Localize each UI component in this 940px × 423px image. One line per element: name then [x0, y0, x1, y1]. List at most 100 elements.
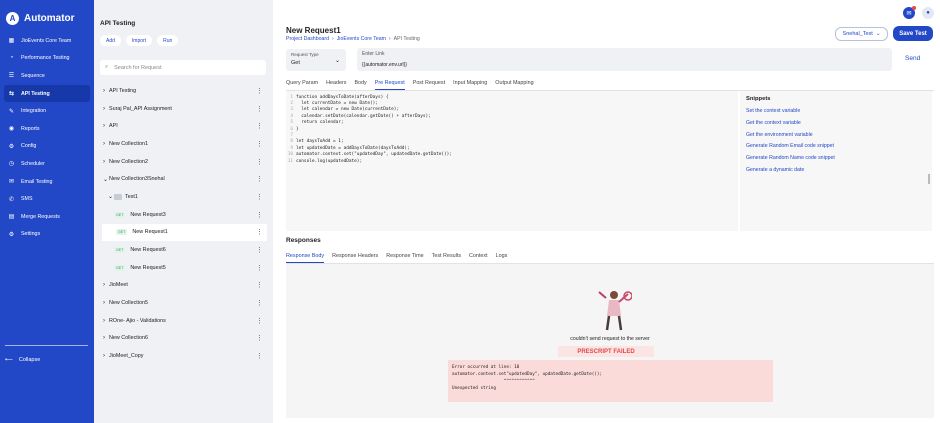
snippet-link[interactable]: Set the context variable [746, 108, 926, 120]
request-item[interactable]: GET New Request3 ⋮ [100, 206, 267, 224]
collection-item[interactable]: › API ⋮ [100, 117, 267, 135]
tab-body[interactable]: Body [354, 80, 366, 90]
collection-item[interactable]: › New Collection5 ⋮ [100, 294, 267, 312]
more-options-icon[interactable]: ⋮ [256, 334, 263, 342]
more-options-icon[interactable]: ⋮ [256, 352, 263, 360]
tab-test-results[interactable]: Test Results [432, 253, 461, 263]
sidebar-item-sequence[interactable]: ☰ Sequence [4, 67, 90, 85]
settings-icon: ⚙ [8, 231, 15, 238]
add-button[interactable]: Add [100, 35, 121, 46]
tree-node-label: New Collection6 [109, 335, 148, 342]
collection-item[interactable]: › New Collection1 ⋮ [100, 135, 267, 153]
more-options-icon[interactable]: ⋮ [256, 317, 263, 325]
more-options-icon[interactable]: ⋮ [256, 175, 263, 183]
more-options-icon[interactable]: ⋮ [256, 87, 263, 95]
snippet-link[interactable]: Generate Random Email code snippet [746, 143, 926, 155]
more-options-icon[interactable]: ⋮ [256, 281, 263, 289]
code-editor[interactable]: 1 function addDaysToDate(afterDays) {2 le… [286, 91, 738, 231]
environment-dropdown[interactable]: Snehal_Test ⌄ [835, 27, 888, 41]
tree-node-label: New Collection5 [109, 300, 148, 307]
sidebar-item-sms[interactable]: ✆ SMS [4, 190, 90, 208]
error-line: Error occurred at line: 10 [452, 365, 520, 370]
tab-headers[interactable]: Headers [326, 80, 346, 90]
sidebar-item-email-testing[interactable]: ✉ Email Testing [4, 173, 90, 191]
error-box: Error occurred at line: 10 automator.cont… [448, 360, 773, 402]
breadcrumb-current: API Testing [393, 36, 420, 42]
more-options-icon[interactable]: ⋮ [256, 105, 263, 113]
tab-query-param[interactable]: Query Param [286, 80, 318, 90]
line-number: 2 [290, 101, 293, 107]
sidebar-item-label: Scheduler [21, 160, 45, 167]
arrow-left-icon: ⟵ [5, 357, 13, 363]
sidebar-item-scheduler[interactable]: ◷ Scheduler [4, 155, 90, 173]
brand[interactable]: A Automator [6, 12, 75, 25]
line-number: 8 [290, 139, 293, 145]
error-line: ^^^^^^^^^^^^ [452, 379, 535, 384]
sidebar-item-settings[interactable]: ⚙ Settings [4, 226, 90, 244]
more-options-icon[interactable]: ⋮ [256, 122, 263, 130]
tab-logs[interactable]: Logs [496, 253, 508, 263]
code-line: 11 console.log(updatedDate); [286, 158, 738, 164]
send-button[interactable]: Send [905, 55, 920, 62]
link-label: Enter Link [362, 51, 385, 57]
tab-pre-request[interactable]: Pre Request [374, 80, 405, 90]
more-options-icon[interactable]: ⋮ [256, 264, 263, 272]
sidebar-item-integration[interactable]: ✎ Integration [4, 102, 90, 120]
tab-response-time[interactable]: Response Time [386, 253, 423, 263]
more-options-icon[interactable]: ⋮ [256, 140, 263, 148]
tree-node-label: Suraj Pal_API Assignment [109, 105, 172, 112]
report-icon: ◉ [8, 126, 15, 133]
collection-item[interactable]: › JioMeet ⋮ [100, 277, 267, 295]
more-options-icon[interactable]: ⋮ [256, 299, 263, 307]
breadcrumb-item[interactable]: Project Dashboard [286, 36, 329, 42]
collection-item[interactable]: ⌄ New Collection3Snehal ⋮ [100, 170, 267, 188]
run-button[interactable]: Run [157, 35, 179, 46]
sms-icon: ✆ [8, 196, 15, 203]
tab-output-mapping[interactable]: Output Mapping [495, 80, 533, 90]
save-test-button[interactable]: Save Test [893, 26, 933, 41]
search-input[interactable]: ⌕ Search for Request [100, 60, 266, 75]
link-input[interactable]: Enter Link {{automator.env.url}} [357, 48, 892, 71]
snippet-link[interactable]: Generate a dynamic date [746, 167, 926, 179]
snippet-link[interactable]: Generate Random Name code snippet [746, 155, 926, 167]
collapse-button[interactable]: ⟵ Collapse [5, 357, 40, 363]
sidebar-nav: ▦ JioEvents Core Team ◔ Performance Testing… [4, 32, 90, 243]
snippets-scrollbar[interactable] [928, 174, 930, 184]
request-item[interactable]: GET New Request6 ⋮ [100, 241, 267, 259]
sidebar-item-performance-testing[interactable]: ◔ Performance Testing [4, 50, 90, 68]
wrench-icon: ✎ [8, 108, 15, 115]
tab-post-request[interactable]: Post Request [413, 80, 445, 90]
tab-response-headers[interactable]: Response Headers [332, 253, 378, 263]
import-button[interactable]: Import [125, 35, 153, 46]
breadcrumb: Project Dashboard › JioEvents Core Team … [286, 36, 420, 42]
user-avatar-icon[interactable]: ● [922, 7, 934, 19]
error-line: Unexpected string [452, 386, 496, 391]
tab-response-body[interactable]: Response Body [286, 253, 325, 263]
collection-item[interactable]: › ROne- Ajio - Validations ⋮ [100, 312, 267, 330]
sidebar-item-merge-requests[interactable]: ▤ Merge Requests [4, 208, 90, 226]
sidebar-item-jioevents-core-team[interactable]: ▦ JioEvents Core Team [4, 32, 90, 50]
more-options-icon[interactable]: ⋮ [256, 211, 263, 219]
collection-item[interactable]: › API Testing ⋮ [100, 82, 267, 100]
sidebar: A Automator ▦ JioEvents Core Team ◔ Perform… [0, 0, 94, 423]
collection-item[interactable]: › New Collection6 ⋮ [100, 330, 267, 348]
request-item[interactable]: GET New Request1 ⋮ [102, 223, 267, 242]
snippet-link[interactable]: Get the context variable [746, 120, 926, 132]
sidebar-item-api-testing[interactable]: ⇆ API Testing [4, 84, 90, 103]
collection-item[interactable]: › JioMeet_Copy ⋮ [100, 347, 267, 365]
snippet-link[interactable]: Get the environment variable [746, 132, 926, 144]
more-options-icon[interactable]: ⋮ [256, 228, 263, 236]
tab-context[interactable]: Context [469, 253, 488, 263]
request-item[interactable]: GET New Request5 ⋮ [100, 259, 267, 277]
tab-input-mapping[interactable]: Input Mapping [453, 80, 487, 90]
collection-item[interactable]: › New Collection2 ⋮ [100, 153, 267, 171]
folder-item[interactable]: ⌄ Test1 ⋮ [100, 188, 267, 206]
more-options-icon[interactable]: ⋮ [256, 158, 263, 166]
sidebar-item-reports[interactable]: ◉ Reports [4, 120, 90, 138]
sidebar-item-config[interactable]: ⚙ Config [4, 138, 90, 156]
request-type-select[interactable]: Request Type Get ⌄ [286, 49, 346, 71]
collection-item[interactable]: › Suraj Pal_API Assignment ⋮ [100, 100, 267, 118]
breadcrumb-item[interactable]: JioEvents Core Team [337, 36, 386, 42]
more-options-icon[interactable]: ⋮ [256, 246, 263, 254]
more-options-icon[interactable]: ⋮ [256, 193, 263, 201]
